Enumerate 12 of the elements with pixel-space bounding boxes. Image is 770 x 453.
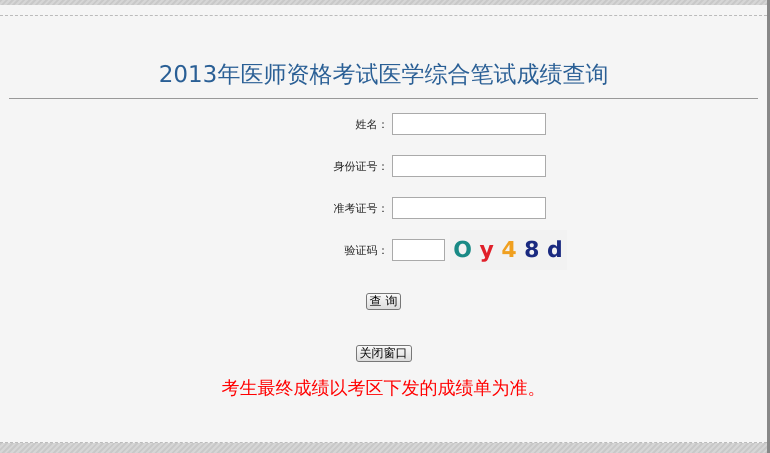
notice-text: 考生最终成绩以考区下发的成绩单为准。 [222,377,546,400]
form-button[interactable]: 查 询 [366,293,402,310]
field-label: 身份证号： [332,158,388,174]
field-label: 姓名： [354,116,388,132]
input-field[interactable] [392,155,546,177]
page-title: 2013年医师资格考试医学综合笔试成绩查询 [158,61,608,90]
input-field[interactable] [392,113,546,135]
form-button[interactable]: 关闭窗口 [356,345,412,362]
field-label: 准考证号： [332,200,388,216]
captcha-input-field[interactable] [392,239,444,261]
field-label: 验证码： [344,242,388,258]
input-field[interactable] [392,197,546,219]
